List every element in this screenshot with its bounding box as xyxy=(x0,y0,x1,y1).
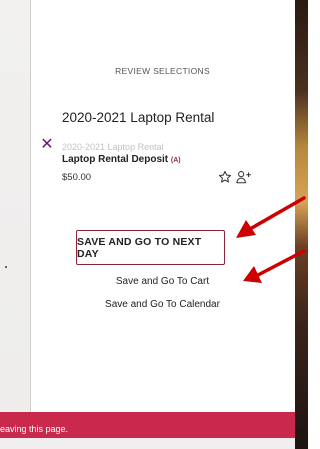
warning-banner-text: eaving this page. xyxy=(0,424,69,434)
save-and-go-to-calendar-link[interactable]: Save and Go To Calendar xyxy=(30,299,295,310)
review-selections-heading: REVIEW SELECTIONS xyxy=(115,66,210,76)
item-subtitle: 2020-2021 Laptop Rental xyxy=(62,142,164,152)
add-person-icon[interactable] xyxy=(236,170,252,184)
item-title: 2020-2021 Laptop Rental xyxy=(62,110,215,125)
left-gutter xyxy=(0,0,30,412)
save-and-go-to-next-day-button[interactable]: SAVE AND GO TO NEXT DAY xyxy=(76,230,225,265)
review-panel xyxy=(30,0,296,412)
item-price: $50.00 xyxy=(62,172,92,183)
gutter-mark xyxy=(5,266,7,268)
save-and-go-to-cart-link[interactable]: Save and Go To Cart xyxy=(30,276,295,287)
background-photo-edge xyxy=(295,0,308,449)
star-icon[interactable] xyxy=(218,170,232,184)
bottom-strip xyxy=(0,438,295,449)
item-name-text: Laptop Rental Deposit xyxy=(62,154,169,165)
item-flag: (A) xyxy=(170,157,181,164)
close-icon[interactable]: ✕ xyxy=(40,137,54,153)
item-name: Laptop Rental Deposit (A) xyxy=(62,154,181,165)
